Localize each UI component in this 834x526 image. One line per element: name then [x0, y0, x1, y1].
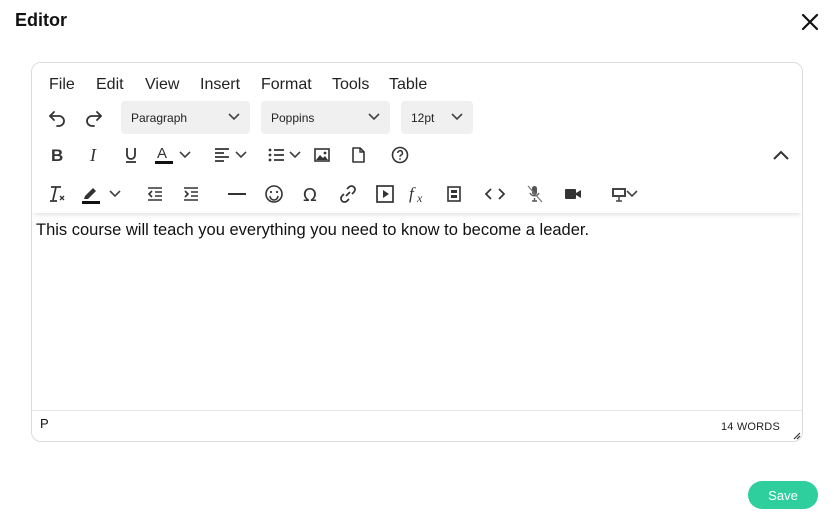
chevron-down-icon[interactable] [623, 181, 641, 207]
chevron-down-icon[interactable] [106, 181, 124, 207]
svg-text:B: B [51, 146, 63, 164]
video-camera-icon[interactable] [560, 181, 586, 207]
menu-file[interactable]: File [49, 76, 75, 94]
svg-text:x: x [416, 191, 423, 204]
svg-text:f: f [409, 184, 416, 203]
clear-formatting-icon[interactable] [44, 181, 70, 207]
editor-statusbar: P 14 WORDS [32, 410, 802, 441]
menu-view[interactable]: View [145, 76, 179, 94]
close-icon[interactable] [799, 11, 821, 33]
underline-icon[interactable] [118, 142, 144, 168]
chevron-down-icon [368, 113, 380, 121]
menu-tools[interactable]: Tools [332, 76, 369, 94]
outdent-icon[interactable] [142, 181, 168, 207]
svg-text:Ω: Ω [303, 185, 317, 204]
chevron-down-icon[interactable] [286, 142, 304, 168]
chevron-down-icon [451, 113, 463, 121]
svg-text:A: A [157, 145, 167, 162]
word-count[interactable]: 14 WORDS [721, 421, 780, 433]
undo-icon[interactable] [44, 105, 70, 131]
formula-icon[interactable]: fx [406, 181, 432, 207]
menu-insert[interactable]: Insert [200, 76, 240, 94]
block-format-value: Paragraph [131, 111, 188, 125]
chevron-down-icon [228, 113, 240, 121]
bold-icon[interactable]: B [44, 142, 70, 168]
save-button[interactable]: Save [748, 481, 818, 509]
source-code-icon[interactable] [482, 181, 508, 207]
menu-edit[interactable]: Edit [96, 76, 124, 94]
redo-icon[interactable] [81, 105, 107, 131]
chevron-up-icon[interactable] [768, 142, 794, 168]
highlight-color-icon[interactable] [78, 181, 104, 207]
chevron-down-icon[interactable] [176, 142, 194, 168]
font-family-select[interactable]: Poppins [261, 101, 390, 134]
emoji-icon[interactable] [261, 181, 287, 207]
menu-format[interactable]: Format [261, 76, 312, 94]
document-icon[interactable] [345, 142, 371, 168]
svg-text:I: I [89, 146, 97, 164]
italic-icon[interactable]: I [81, 142, 107, 168]
chevron-down-icon[interactable] [232, 142, 250, 168]
help-icon[interactable] [387, 142, 413, 168]
element-path[interactable]: P [40, 416, 49, 431]
speech-input-icon[interactable] [522, 181, 548, 207]
link-icon[interactable] [335, 181, 361, 207]
resize-handle-icon[interactable] [791, 430, 801, 440]
text-color-icon[interactable]: A [151, 142, 177, 168]
image-icon[interactable] [309, 142, 335, 168]
indent-icon[interactable] [178, 181, 204, 207]
horizontal-line-icon[interactable] [224, 181, 250, 207]
editor-toolbar: File Edit View Insert Format Tools Table… [32, 63, 802, 213]
dialog-title: Editor [15, 10, 67, 30]
template-icon[interactable] [441, 181, 467, 207]
editor-content[interactable]: This course will teach you everything yo… [36, 221, 796, 240]
font-family-value: Poppins [271, 111, 315, 125]
font-size-value: 12pt [411, 111, 435, 125]
block-format-select[interactable]: Paragraph [121, 101, 250, 134]
media-icon[interactable] [372, 181, 398, 207]
menu-table[interactable]: Table [389, 76, 427, 94]
special-character-icon[interactable]: Ω [298, 181, 324, 207]
font-size-select[interactable]: 12pt [401, 101, 473, 134]
rich-text-editor: File Edit View Insert Format Tools Table… [31, 62, 803, 442]
